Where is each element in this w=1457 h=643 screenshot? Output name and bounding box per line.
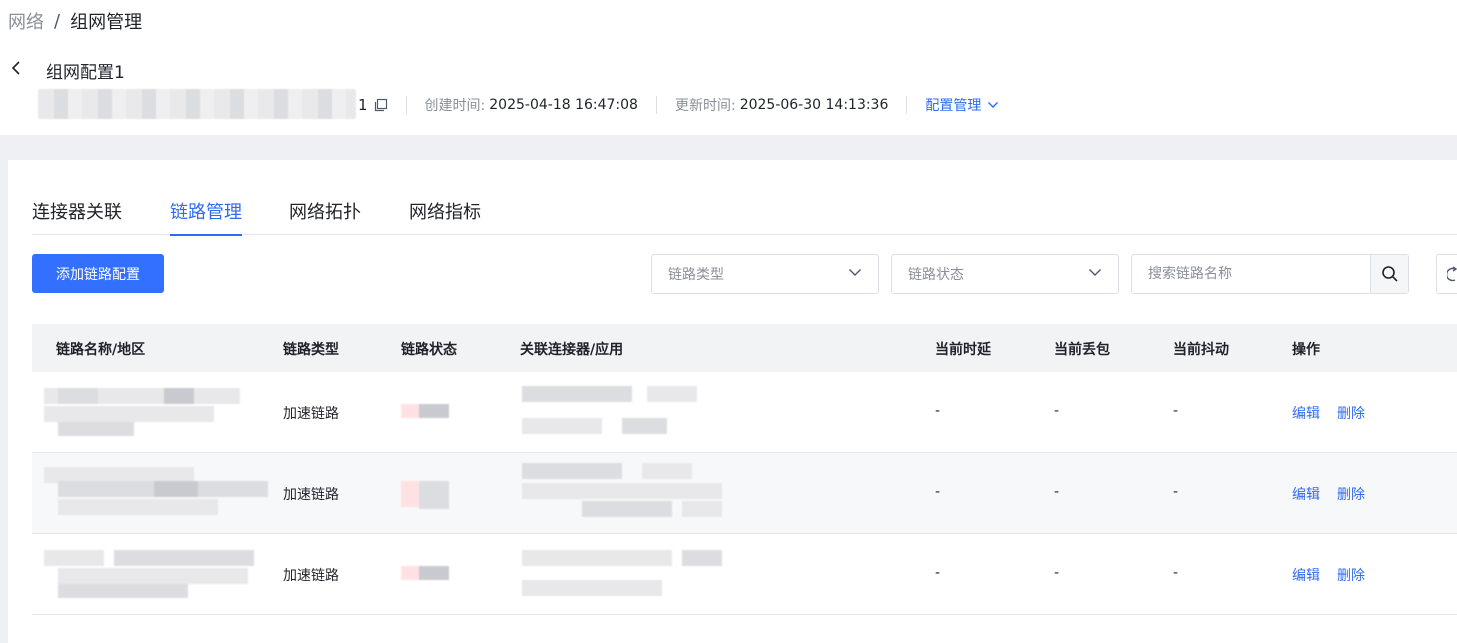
- breadcrumb-current[interactable]: 组网管理: [70, 8, 142, 34]
- breadcrumb: 网络 / 组网管理: [8, 8, 142, 34]
- breadcrumb-parent[interactable]: 网络: [8, 8, 44, 34]
- delete-link[interactable]: 删除: [1337, 484, 1365, 504]
- copy-icon[interactable]: [374, 98, 388, 112]
- connector-app-redacted: [522, 461, 782, 529]
- divider: [405, 96, 407, 114]
- config-manage-label: 配置管理: [925, 98, 982, 114]
- current-packet-loss: -: [1054, 484, 1060, 500]
- refresh-button[interactable]: [1436, 254, 1457, 294]
- page-background-edge: [0, 160, 8, 643]
- connector-app-redacted: [522, 384, 762, 440]
- column-header: 当前丢包: [1054, 342, 1110, 358]
- link-type: 加速链路: [283, 406, 339, 422]
- tab-network-topology[interactable]: 网络拓扑: [289, 198, 361, 235]
- page-title: 组网配置1: [46, 63, 125, 83]
- current-jitter: -: [1173, 484, 1179, 500]
- column-header: 关联连接器/应用: [520, 342, 624, 358]
- column-header: 当前时延: [935, 342, 991, 358]
- link-table: 链路名称/地区 链路类型 链路状态 关联连接器/应用 当前时延 当前丢包 当前抖…: [32, 324, 1457, 615]
- link-type-placeholder: 链路类型: [668, 267, 724, 283]
- updated-value: 2025-06-30 14:13:36: [739, 97, 889, 113]
- current-jitter: -: [1173, 565, 1179, 581]
- current-packet-loss: -: [1054, 565, 1060, 581]
- tab-network-metrics[interactable]: 网络指标: [409, 198, 481, 235]
- created-label: 创建时间:: [424, 98, 486, 114]
- delete-link[interactable]: 删除: [1337, 565, 1365, 585]
- link-type-select[interactable]: 链路类型: [651, 254, 879, 294]
- edit-link[interactable]: 编辑: [1292, 403, 1320, 423]
- config-id-redacted: [38, 89, 356, 119]
- link-status-select[interactable]: 链路状态: [891, 254, 1119, 294]
- current-latency: -: [935, 484, 941, 500]
- search-input[interactable]: [1132, 255, 1370, 293]
- link-status-redacted: [397, 564, 457, 584]
- divider: [655, 96, 657, 114]
- updated-label: 更新时间:: [674, 98, 736, 114]
- created-value: 2025-04-18 16:47:08: [489, 97, 638, 113]
- page-background: [0, 135, 1457, 160]
- current-latency: -: [935, 565, 941, 581]
- column-header: 链路名称/地区: [56, 342, 146, 358]
- delete-link[interactable]: 删除: [1337, 403, 1365, 423]
- link-status-redacted: [397, 402, 457, 422]
- edit-link[interactable]: 编辑: [1292, 484, 1320, 504]
- add-link-config-button[interactable]: 添加链路配置: [32, 254, 164, 293]
- link-type: 加速链路: [283, 568, 339, 584]
- chevron-down-icon: [988, 102, 999, 108]
- tab-bar: 连接器关联 链路管理 网络拓扑 网络指标: [32, 198, 1457, 236]
- column-header: 链路类型: [283, 342, 339, 358]
- config-manage-menu[interactable]: 配置管理: [925, 95, 999, 115]
- table-header: 链路名称/地区 链路类型 链路状态 关联连接器/应用 当前时延 当前丢包 当前抖…: [32, 324, 1457, 372]
- tab-connector-association[interactable]: 连接器关联: [32, 198, 122, 235]
- breadcrumb-separator: /: [54, 10, 61, 32]
- link-status-placeholder: 链路状态: [908, 267, 964, 283]
- table-row: 加速链路 - - - 编辑 删除: [32, 534, 1457, 615]
- meta-bar: 1 创建时间: 2025-04-18 16:47:08 更新时间: 2025-0…: [38, 89, 999, 119]
- divider: [906, 96, 908, 114]
- connector-app-redacted: [522, 548, 762, 602]
- current-jitter: -: [1173, 403, 1179, 419]
- link-name-redacted: [44, 463, 284, 523]
- search-icon: [1381, 266, 1398, 282]
- content-panel: 连接器关联 链路管理 网络拓扑 网络指标 添加链路配置 链路类型 链路状态 搜索…: [8, 160, 1457, 643]
- config-id-suffix: 1: [358, 96, 368, 114]
- current-packet-loss: -: [1054, 403, 1060, 419]
- column-header: 链路状态: [401, 342, 457, 358]
- search-button[interactable]: [1370, 255, 1408, 293]
- table-row: 加速链路 - - - 编辑 删除: [32, 453, 1457, 534]
- column-header: 操作: [1292, 342, 1320, 358]
- tab-link-management[interactable]: 链路管理: [170, 198, 242, 236]
- chevron-down-icon: [849, 269, 861, 276]
- edit-link[interactable]: 编辑: [1292, 565, 1320, 585]
- chevron-left-icon[interactable]: [10, 58, 24, 78]
- link-name-redacted: [44, 382, 244, 442]
- link-name-search: [1131, 254, 1409, 294]
- link-name-redacted: [44, 548, 264, 600]
- refresh-icon: [1447, 266, 1457, 282]
- current-latency: -: [935, 403, 941, 419]
- chevron-down-icon: [1089, 269, 1101, 276]
- link-status-redacted: [397, 479, 457, 511]
- table-row: 加速链路 - - - 编辑 删除: [32, 372, 1457, 453]
- link-type: 加速链路: [283, 487, 339, 503]
- page-header: 网络 / 组网管理 组网配置1 1 创建时间: 2025-04-18 16:47…: [0, 0, 1457, 135]
- column-header: 当前抖动: [1173, 342, 1229, 358]
